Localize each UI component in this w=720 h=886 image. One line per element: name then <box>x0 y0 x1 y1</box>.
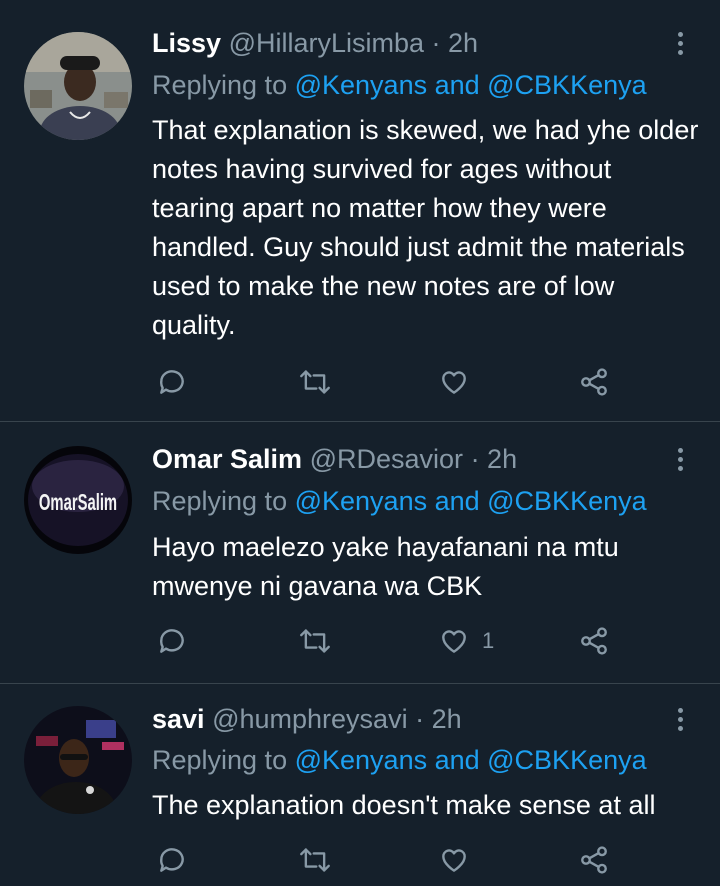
reply-icon <box>160 370 184 394</box>
replying-label: Replying to <box>152 70 288 100</box>
like-button[interactable] <box>438 362 482 402</box>
like-icon <box>442 630 466 653</box>
replying-label: Replying to <box>152 486 288 516</box>
action-bar: 1 <box>152 621 632 661</box>
retweet-button[interactable] <box>298 840 332 880</box>
action-bar <box>152 840 632 880</box>
avatar[interactable] <box>24 706 132 814</box>
mention-links[interactable]: @Kenyans and @CBKKenya <box>295 70 647 100</box>
share-button[interactable] <box>578 840 610 880</box>
user-handle[interactable]: @RDesavior <box>310 444 463 474</box>
reply-button[interactable] <box>156 621 188 661</box>
retweet-button[interactable] <box>298 362 332 402</box>
user-handle[interactable]: @HillaryLisimba <box>229 28 424 58</box>
replying-label: Replying to <box>152 745 288 775</box>
tweet-3[interactable]: savi @humphreysavi · 2h Replying to @Ken… <box>0 684 720 886</box>
retweet-icon <box>300 370 330 394</box>
display-name[interactable]: savi <box>152 704 205 734</box>
reply-button[interactable] <box>156 840 188 880</box>
like-button[interactable] <box>438 840 482 880</box>
avatar-logo-text: OmarSalim <box>39 491 117 516</box>
tweet-2[interactable]: OmarSalim Omar Salim @RDesavior · 2h Rep… <box>0 422 720 682</box>
display-name[interactable]: Omar Salim <box>152 444 302 474</box>
more-vertical-icon[interactable] <box>670 702 690 736</box>
share-icon <box>581 846 607 874</box>
action-bar <box>152 362 632 402</box>
share-icon <box>581 368 607 396</box>
retweet-icon <box>300 848 330 872</box>
tweet-header: savi @humphreysavi · 2h <box>152 702 462 736</box>
reply-button[interactable] <box>156 362 188 402</box>
replying-to: Replying to @Kenyans and @CBKKenya <box>152 68 647 102</box>
like-count: 1 <box>482 628 495 653</box>
timestamp[interactable]: · 2h <box>471 444 518 474</box>
replying-to: Replying to @Kenyans and @CBKKenya <box>152 743 647 777</box>
retweet-button[interactable] <box>298 621 332 661</box>
timestamp[interactable]: · 2h <box>432 28 479 58</box>
replying-to: Replying to @Kenyans and @CBKKenya <box>152 484 647 518</box>
more-vertical-icon[interactable] <box>670 26 690 60</box>
like-icon <box>442 371 466 394</box>
avatar[interactable] <box>24 32 132 140</box>
tweet-text: Hayo maelezo yake hayafanani na mtu mwen… <box>152 532 619 601</box>
share-button[interactable] <box>578 621 610 661</box>
share-icon <box>581 627 607 655</box>
tweet-text: The explanation doesn't make sense at al… <box>152 790 656 820</box>
avatar[interactable]: OmarSalim <box>24 446 132 554</box>
tweet-header: Lissy @HillaryLisimba · 2h <box>152 26 478 60</box>
mention-links[interactable]: @Kenyans and @CBKKenya <box>295 486 647 516</box>
reply-icon <box>160 629 184 653</box>
tweet-text: That explanation is skewed, we had yhe o… <box>152 115 699 340</box>
timestamp[interactable]: · 2h <box>415 704 462 734</box>
tweet-1[interactable]: Lissy @HillaryLisimba · 2h Replying to @… <box>0 0 720 420</box>
more-vertical-icon[interactable] <box>670 442 690 476</box>
retweet-icon <box>300 629 330 653</box>
user-handle[interactable]: @humphreysavi <box>212 704 408 734</box>
display-name[interactable]: Lissy <box>152 28 221 58</box>
like-icon <box>442 849 466 872</box>
reply-icon <box>160 848 184 872</box>
share-button[interactable] <box>578 362 610 402</box>
mention-links[interactable]: @Kenyans and @CBKKenya <box>295 745 647 775</box>
tweet-header: Omar Salim @RDesavior · 2h <box>152 442 517 476</box>
like-button[interactable]: 1 <box>438 621 494 661</box>
